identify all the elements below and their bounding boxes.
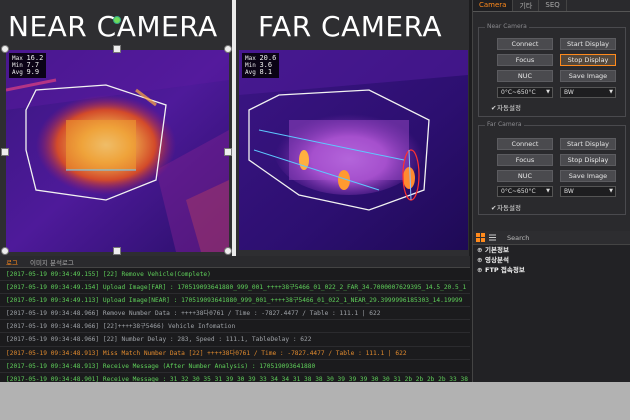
far-start-display-button[interactable]: Start Display xyxy=(560,138,616,150)
camera-control-panel: Camera 기타 SEQ Near Camera Connect Start … xyxy=(472,0,630,256)
near-min-label: Min xyxy=(12,62,23,69)
log-line: [2017-05-19 09:34:49.154] Upload Image[F… xyxy=(0,281,470,295)
tree-item-label: FTP 접속정보 xyxy=(485,266,525,274)
near-stats-box: Max 16.2 Min 7.7 Avg 9.9 xyxy=(9,53,47,78)
far-camera-title: FAR CAMERA xyxy=(258,10,443,43)
chevron-down-icon: ▼ xyxy=(609,188,613,194)
near-auto-checkbox[interactable]: ✔자동설정 xyxy=(491,102,521,112)
far-connect-button[interactable]: Connect xyxy=(497,138,553,150)
near-camera-title: NEAR CAMERA xyxy=(8,10,218,43)
resize-handle-bottom[interactable] xyxy=(113,247,121,255)
expand-icon[interactable]: ⊕ xyxy=(477,265,485,275)
far-save-image-button[interactable]: Save Image xyxy=(560,170,616,182)
expand-icon[interactable]: ⊕ xyxy=(477,255,485,265)
resize-handle-right[interactable] xyxy=(224,148,232,156)
log-line: [2017-05-19 09:34:48.913] Receive Messag… xyxy=(0,360,470,373)
near-mode-select[interactable]: BW ▼ xyxy=(560,87,616,98)
rotate-handle[interactable] xyxy=(113,16,121,24)
alphabetical-view-icon[interactable] xyxy=(488,233,497,242)
near-avg-value: 9.9 xyxy=(26,68,40,76)
tree-item-image-analysis[interactable]: ⊕ 영상분석 xyxy=(473,255,630,265)
categorized-view-icon[interactable] xyxy=(476,233,485,242)
chevron-down-icon: ▼ xyxy=(546,89,550,95)
log-line: [2017-05-19 09:34:48.966] Remove Number … xyxy=(0,307,470,321)
near-range-select[interactable]: 0°C~650°C ▼ xyxy=(497,87,553,98)
far-mode-select[interactable]: BW ▼ xyxy=(560,186,616,197)
far-camera-group: Far Camera Connect Start Display Focus S… xyxy=(478,121,626,215)
near-mode-value: BW xyxy=(564,89,574,96)
log-line: [2017-05-19 09:34:48.966] [22] Number De… xyxy=(0,333,470,347)
far-avg-label: Avg xyxy=(245,69,256,76)
resize-handle-left[interactable] xyxy=(1,148,9,156)
chevron-down-icon: ▼ xyxy=(609,89,613,95)
log-line: [2017-05-19 09:34:48.901] Receive Messag… xyxy=(0,373,470,382)
log-line: [2017-05-19 09:34:48.966] [22]++++38구546… xyxy=(0,320,470,334)
search-input[interactable]: Search xyxy=(507,234,529,242)
far-max-label: Max xyxy=(245,55,256,62)
near-start-display-button[interactable]: Start Display xyxy=(560,38,616,50)
near-max-label: Max xyxy=(12,55,23,62)
near-group-title: Near Camera xyxy=(485,23,529,30)
log-line: [2017-05-19 09:34:49.155] [22] Remove Ve… xyxy=(0,268,470,282)
tab-log[interactable]: 로그 xyxy=(0,256,24,267)
near-auto-label: 자동설정 xyxy=(497,104,521,112)
log-list[interactable]: [2017-05-19 09:34:49.155] [22] Remove Ve… xyxy=(0,268,470,382)
near-camera-group: Near Camera Connect Start Display Focus … xyxy=(478,23,626,117)
far-group-title: Far Camera xyxy=(485,121,524,128)
far-auto-label: 자동설정 xyxy=(497,204,521,212)
far-range-value: 0°C~650°C xyxy=(501,188,536,195)
near-save-image-button[interactable]: Save Image xyxy=(560,70,616,82)
tab-etc[interactable]: 기타 xyxy=(513,0,540,11)
tree-item-label: 영상분석 xyxy=(485,256,509,264)
tab-seq[interactable]: SEQ xyxy=(539,0,567,11)
far-min-label: Min xyxy=(245,62,256,69)
near-focus-button[interactable]: Focus xyxy=(497,54,553,66)
chevron-down-icon: ▼ xyxy=(546,188,550,194)
far-thermal-svg xyxy=(239,50,468,250)
far-focus-button[interactable]: Focus xyxy=(497,154,553,166)
control-tabs: Camera 기타 SEQ xyxy=(473,0,630,12)
near-thermal-svg xyxy=(6,50,229,252)
bottom-status-area xyxy=(0,382,630,420)
resize-handle-top-right[interactable] xyxy=(224,45,232,53)
near-camera-thermal-image[interactable]: Max 16.2 Min 7.7 Avg 9.9 xyxy=(6,50,229,252)
near-stop-display-button[interactable]: Stop Display xyxy=(560,54,616,66)
info-panel: Search ⊕ 기본정보 ⊕ 영상분석 ⊕ FTP 접속정보 xyxy=(472,231,630,391)
far-avg-value: 8.1 xyxy=(259,68,273,76)
tree-item-label: 기본정보 xyxy=(485,246,509,254)
tab-image-analysis-log[interactable]: 이미지 분석로그 xyxy=(24,256,80,267)
resize-handle-bottom-right[interactable] xyxy=(224,247,232,255)
near-avg-label: Avg xyxy=(12,69,23,76)
far-camera-panel: FAR CAMERA Max 20.6 Min 3.6 Avg 8.1 xyxy=(236,0,469,256)
resize-handle-top[interactable] xyxy=(113,45,121,53)
near-camera-panel: NEAR CAMERA Max 16.2 Min 7.7 Avg 9.9 xyxy=(0,0,232,256)
tab-camera[interactable]: Camera xyxy=(473,0,514,11)
tree-item-basic-info[interactable]: ⊕ 기본정보 xyxy=(473,245,630,255)
search-bar: Search xyxy=(473,231,630,245)
resize-handle-top-left[interactable] xyxy=(1,45,9,53)
far-range-select[interactable]: 0°C~650°C ▼ xyxy=(497,186,553,197)
log-tabs: 로그 이미지 분석로그 xyxy=(0,256,470,268)
far-stop-display-button[interactable]: Stop Display xyxy=(560,154,616,166)
tree-item-ftp-info[interactable]: ⊕ FTP 접속정보 xyxy=(473,265,630,275)
far-nuc-button[interactable]: NUC xyxy=(497,170,553,182)
far-mode-value: BW xyxy=(564,188,574,195)
far-camera-thermal-image[interactable]: Max 20.6 Min 3.6 Avg 8.1 xyxy=(239,50,468,250)
near-connect-button[interactable]: Connect xyxy=(497,38,553,50)
log-line: [2017-05-19 09:34:48.913] Miss Match Num… xyxy=(0,347,470,360)
far-stats-box: Max 20.6 Min 3.6 Avg 8.1 xyxy=(242,53,280,78)
near-range-value: 0°C~650°C xyxy=(501,89,536,96)
far-auto-checkbox[interactable]: ✔자동설정 xyxy=(491,202,521,212)
log-line: [2017-05-19 09:34:49.113] Upload Image[N… xyxy=(0,294,470,308)
expand-icon[interactable]: ⊕ xyxy=(477,245,485,255)
near-nuc-button[interactable]: NUC xyxy=(497,70,553,82)
resize-handle-bottom-left[interactable] xyxy=(1,247,9,255)
